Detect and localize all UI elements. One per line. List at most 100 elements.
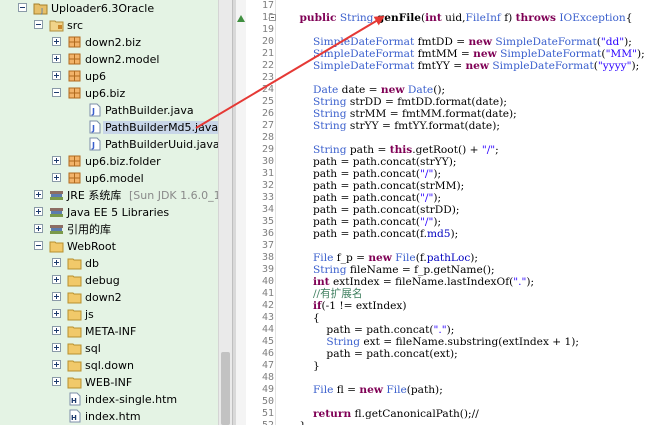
scrollbar-thumb[interactable]: [221, 352, 230, 425]
code-line[interactable]: String strMM = fmtMM.format(date);: [286, 108, 517, 120]
expand-icon[interactable]: [52, 71, 61, 80]
tree-item-sql[interactable]: sql: [0, 340, 232, 357]
tree-item-jre[interactable]: JRE 系统库 [Sun JDK 1.6.0_13]: [0, 187, 232, 204]
html-file-icon: H: [67, 409, 82, 423]
tree-item-js[interactable]: js: [0, 306, 232, 323]
expand-icon[interactable]: [52, 343, 61, 352]
code-line[interactable]: File fl = new File(path);: [286, 384, 443, 396]
expand-icon[interactable]: [34, 224, 43, 233]
collapse-icon[interactable]: [34, 20, 43, 29]
code-line[interactable]: path = path.concat("/");: [286, 192, 441, 204]
tree-item-pathbuilder-java[interactable]: J PathBuilder.java: [0, 102, 232, 119]
expand-icon[interactable]: [34, 207, 43, 216]
tree-item-label: Java EE 5 Libraries: [67, 206, 170, 219]
tree-item-sql-down[interactable]: sql.down: [0, 357, 232, 374]
code-line[interactable]: if(-1 != extIndex): [286, 300, 407, 312]
code-line[interactable]: String fileName = f_p.getName();: [286, 264, 495, 276]
code-line[interactable]: }: [286, 360, 320, 372]
expand-icon[interactable]: [52, 326, 61, 335]
line-number: 51: [261, 408, 274, 419]
tree-item-label: debug: [85, 274, 120, 287]
tree-item-index-htm[interactable]: Hindex.htm: [0, 408, 232, 425]
expand-icon[interactable]: [52, 173, 61, 182]
code-line[interactable]: String strDD = fmtDD.format(date);: [286, 96, 507, 108]
code-line[interactable]: }: [286, 420, 306, 425]
tree-item-label: PathBuilderMd5.java: [103, 121, 221, 134]
code-line[interactable]: public String genFile(int uid,FileInf f)…: [286, 12, 632, 24]
tree-item-src[interactable]: src: [0, 17, 232, 34]
expand-icon[interactable]: [52, 54, 61, 63]
folder-icon: [67, 307, 82, 321]
code-line[interactable]: SimpleDateFormat fmtDD = new SimpleDateF…: [286, 36, 632, 48]
expand-icon[interactable]: [52, 258, 61, 267]
code-line[interactable]: SimpleDateFormat fmtYY = new SimpleDateF…: [286, 60, 639, 72]
code-line[interactable]: path = path.concat(f.md5);: [286, 228, 458, 240]
tree-item-label: index.htm: [85, 410, 141, 423]
expand-icon[interactable]: [52, 275, 61, 284]
line-number: 46: [261, 348, 274, 359]
expand-icon[interactable]: [52, 377, 61, 386]
code-line[interactable]: {: [286, 312, 320, 324]
code-line[interactable]: String path = this.getRoot() + "/";: [286, 144, 499, 156]
code-line[interactable]: SimpleDateFormat fmtMM = new SimpleDateF…: [286, 48, 645, 60]
tree-item-meta-inf[interactable]: META-INF: [0, 323, 232, 340]
override-marker-icon[interactable]: [237, 15, 245, 22]
code-line[interactable]: String ext = fileName.substring(extIndex…: [286, 336, 579, 348]
expand-icon[interactable]: [52, 37, 61, 46]
tree-item-web-inf[interactable]: WEB-INF: [0, 374, 232, 391]
tree-item-label: up6: [85, 70, 106, 83]
tree-item-label: up6.biz.folder: [85, 155, 161, 168]
code-line[interactable]: String strYY = fmtYY.format(date);: [286, 120, 500, 132]
collapse-icon[interactable]: [18, 3, 27, 12]
code-line[interactable]: path = path.concat("/");: [286, 168, 441, 180]
line-number: 27: [261, 120, 274, 131]
code-line[interactable]: path = path.concat("/");: [286, 216, 441, 228]
code-line[interactable]: Date date = new Date();: [286, 84, 445, 96]
expand-icon[interactable]: [52, 156, 61, 165]
tree-item-index-single-htm[interactable]: Hindex-single.htm: [0, 391, 232, 408]
package-explorer-scrollbar[interactable]: [218, 0, 232, 425]
tree-item-up6-model[interactable]: up6.model: [0, 170, 232, 187]
code-line[interactable]: path = path.concat(ext);: [286, 348, 457, 360]
code-line[interactable]: path = path.concat(".");: [286, 324, 454, 336]
expand-icon[interactable]: [34, 190, 43, 199]
tree-item-debug[interactable]: debug: [0, 272, 232, 289]
tree-item-down2[interactable]: down2: [0, 289, 232, 306]
tree-item-up6-biz[interactable]: up6.biz: [0, 85, 232, 102]
tree-item-webroot[interactable]: WebRoot: [0, 238, 232, 255]
package-icon: [67, 154, 82, 168]
tree-item-db[interactable]: db: [0, 255, 232, 272]
html-file-icon: H: [67, 392, 82, 406]
code-line[interactable]: path = path.concat(strMM);: [286, 180, 464, 192]
code-line[interactable]: path = path.concat(strDD);: [286, 204, 460, 216]
java-file-icon: J: [87, 137, 102, 151]
tree-item-pathbuilderuuid-java[interactable]: J PathBuilderUuid.java: [0, 136, 232, 153]
tree-item-uploader6-3oracle[interactable]: J Uploader6.3Oracle: [0, 0, 232, 17]
tree-item-pathbuildermd5-java[interactable]: J PathBuilderMd5.java: [0, 119, 232, 136]
expand-icon[interactable]: [52, 309, 61, 318]
expand-icon[interactable]: [52, 360, 61, 369]
expand-icon[interactable]: [52, 292, 61, 301]
code-line[interactable]: return fl.getCanonicalPath();//: [286, 408, 479, 420]
package-explorer: J Uploader6.3Oracle src down2.biz down2.mode…: [0, 0, 232, 425]
fold-collapse-icon[interactable]: [269, 14, 276, 21]
code-line[interactable]: //有扩展名: [286, 288, 363, 300]
tree-item-label: down2: [85, 291, 122, 304]
code-line[interactable]: File f_p = new File(f.pathLoc);: [286, 252, 478, 264]
tree-item-label: down2.model: [85, 53, 160, 66]
collapse-icon[interactable]: [52, 88, 61, 97]
line-number: 23: [261, 72, 274, 83]
tree-item-down2-model[interactable]: down2.model: [0, 51, 232, 68]
tree-item-down2-biz[interactable]: down2.biz: [0, 34, 232, 51]
tree-item-java-ee-5-libraries[interactable]: Java EE 5 Libraries: [0, 204, 232, 221]
line-number: 37: [261, 240, 274, 251]
collapse-icon[interactable]: [34, 241, 43, 250]
tree-item-item[interactable]: 引用的库: [0, 221, 232, 238]
code-editor[interactable]: 17 18 19 20 21 22 23 24 25 26 27 28 29 30 31 32 33 34 35 36…: [236, 0, 668, 425]
code-line[interactable]: path = path.concat(strYY);: [286, 156, 457, 168]
tree-item-up6-biz-folder[interactable]: up6.biz.folder: [0, 153, 232, 170]
overview-ruler: [236, 0, 246, 425]
tree-item-up6[interactable]: up6: [0, 68, 232, 85]
line-number: 40: [261, 276, 274, 287]
code-line[interactable]: int extIndex = fileName.lastIndexOf(".")…: [286, 276, 534, 288]
